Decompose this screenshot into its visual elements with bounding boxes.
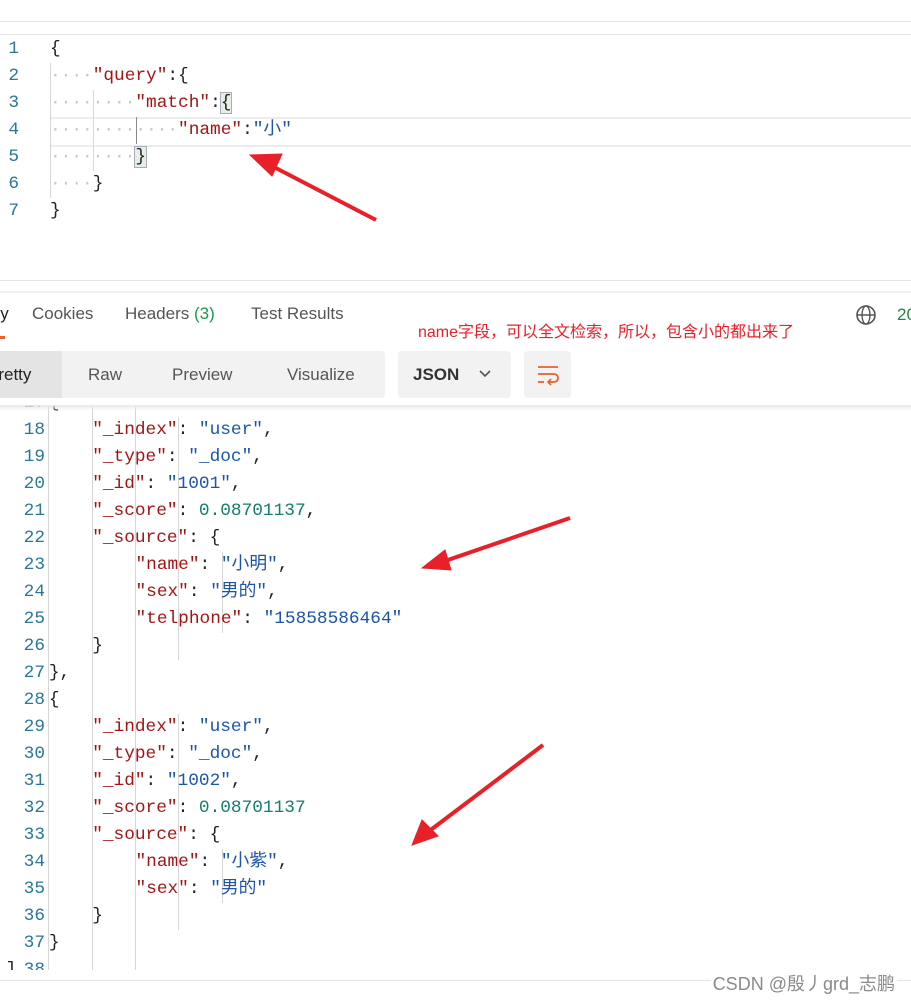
arrow-icon [420,516,571,571]
annotation-arrows [248,153,571,846]
arrow-icon [248,153,377,222]
arrow-icon [411,743,545,846]
